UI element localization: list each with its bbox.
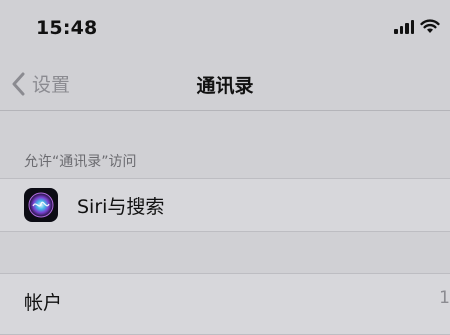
status-time: 15:48	[36, 17, 98, 39]
siri-icon	[24, 188, 58, 222]
section-header-allow-access: 允许“通讯录”访问	[24, 154, 137, 170]
siri-search-row[interactable]: Siri与搜索	[0, 178, 450, 232]
nav-bar: 设置 通讯录	[0, 58, 450, 111]
page-title: 通讯录	[196, 75, 254, 97]
wifi-icon	[420, 19, 440, 34]
signal-icon	[394, 19, 414, 34]
accounts-label: 帐户	[24, 292, 63, 314]
accounts-count: 1	[439, 288, 450, 308]
accounts-row[interactable]: 帐户 1	[0, 273, 450, 335]
status-icons	[394, 19, 440, 34]
siri-search-label: Siri与搜索	[77, 196, 165, 218]
status-bar: 15:48	[0, 0, 450, 58]
